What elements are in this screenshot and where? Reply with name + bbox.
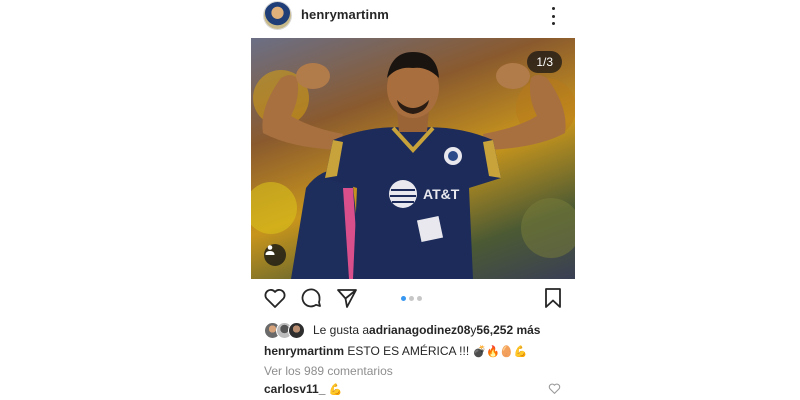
profile-avatar[interactable] <box>264 2 291 29</box>
share-icon[interactable] <box>335 286 359 310</box>
comment-row: carlosv11_ 💪 <box>264 382 342 396</box>
comment-username[interactable]: carlosv11_ <box>264 382 325 396</box>
comment-icon[interactable] <box>299 286 323 310</box>
caption-emojis: 💣🔥🥚💪 <box>472 345 528 358</box>
carousel-indicator <box>401 296 422 301</box>
liker-avatars <box>264 321 305 339</box>
likes-summary[interactable]: Le gusta a adrianagodinez08 y 56,252 más <box>264 321 540 339</box>
likes-prefix: Le gusta a <box>313 323 370 337</box>
comment-emoji: 💪 <box>328 383 343 396</box>
liker-avatar <box>288 321 305 339</box>
likes-count[interactable]: 56,252 más <box>476 323 540 337</box>
post-caption: henrymartinm ESTO ES AMÉRICA !!! 💣🔥🥚💪 <box>264 344 527 358</box>
carousel-dot <box>417 296 422 301</box>
instagram-post: henrymartinm AT&T 1/3 Le gusta a adriana… <box>251 0 575 400</box>
more-options-icon[interactable] <box>549 7 557 25</box>
comment-like-icon[interactable] <box>548 382 561 395</box>
likes-user[interactable]: adrianagodinez08 <box>369 323 470 337</box>
jersey-sponsor: AT&T <box>423 186 460 202</box>
image-counter: 1/3 <box>527 51 562 73</box>
carousel-dot <box>409 296 414 301</box>
caption-text: ESTO ES AMÉRICA !!! <box>344 344 473 358</box>
caption-username[interactable]: henrymartinm <box>264 344 344 358</box>
post-photo[interactable]: AT&T 1/3 <box>251 38 575 279</box>
action-bar <box>251 284 575 312</box>
like-heart-icon[interactable] <box>263 286 287 310</box>
view-comments-link[interactable]: Ver los 989 comentarios <box>264 364 393 378</box>
post-header: henrymartinm <box>251 0 575 36</box>
post-username[interactable]: henrymartinm <box>301 7 389 22</box>
save-bookmark-icon[interactable] <box>541 286 565 310</box>
player-illustration: AT&T <box>251 52 575 279</box>
carousel-dot-active <box>401 296 406 301</box>
tagged-users-icon[interactable] <box>264 244 286 266</box>
